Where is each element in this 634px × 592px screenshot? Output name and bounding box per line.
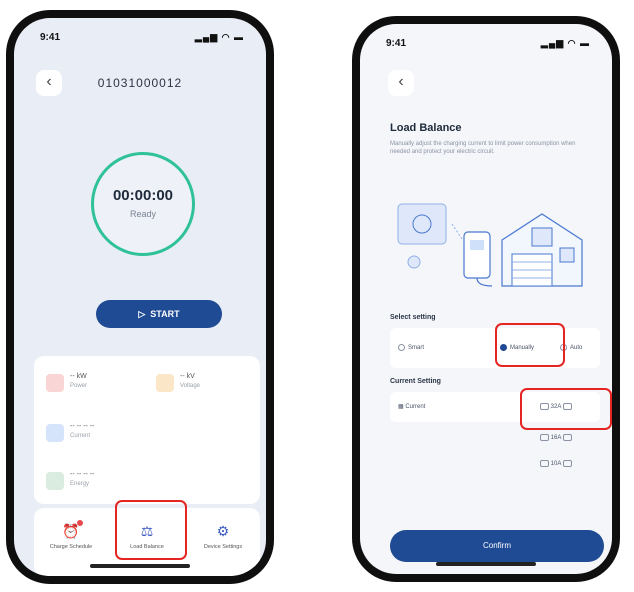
stat-label: Current — [70, 433, 91, 439]
checkbox-icon — [540, 434, 549, 441]
stats-card: -- kW Power -- kV Voltage -- -- -- -- Cu… — [34, 356, 260, 504]
status-time: 9:41 — [40, 32, 61, 43]
device-id: 01031000012 — [97, 76, 183, 90]
page-description: Manually adjust the charging current to … — [390, 141, 576, 155]
current-field-text: Current — [405, 404, 426, 410]
mode-smart[interactable]: Smart — [398, 344, 424, 351]
energy-icon — [46, 472, 64, 490]
highlight-manually — [495, 323, 565, 367]
back-button[interactable]: ‹ — [388, 70, 414, 96]
start-button[interactable]: ▷ START — [96, 300, 222, 328]
radio-icon — [398, 344, 405, 351]
current-option-10a[interactable]: 10A — [540, 460, 572, 467]
stat-value: -- kW — [70, 373, 87, 380]
charge-schedule-button[interactable]: ⏰ Charge Schedule — [44, 514, 98, 570]
stat-label: Energy — [70, 481, 90, 487]
start-label: START — [150, 309, 180, 319]
device-settings-button[interactable]: ⚙ Device Settings — [196, 514, 250, 570]
chevron-left-icon: ‹ — [398, 73, 404, 90]
charging-timer: 00:00:00 — [112, 187, 174, 204]
action-label: Device Settings — [203, 544, 243, 550]
stat-label: Voltage — [180, 383, 201, 389]
checkbox-icon — [540, 460, 549, 467]
power-icon — [46, 374, 64, 392]
highlight-load-balance — [115, 500, 187, 560]
home-indicator — [90, 564, 190, 568]
checkbox-icon — [562, 434, 572, 441]
play-icon: ▷ — [138, 309, 151, 319]
house-charger-illustration — [397, 203, 583, 287]
stat-value: -- -- -- -- — [70, 471, 95, 478]
action-label: Charge Schedule — [49, 544, 93, 550]
checkbox-icon — [562, 460, 572, 467]
highlight-current-option — [520, 388, 612, 430]
charger-status: Ready — [129, 209, 156, 219]
charger-home-screen: 9:41 ▂▄▆ ◠ ▬ ‹ 01031000012 00:00:00 Read… — [14, 18, 266, 576]
voltage-icon — [156, 374, 174, 392]
confirm-button[interactable]: Confirm — [390, 530, 604, 562]
stat-value: -- -- -- -- — [70, 423, 95, 430]
load-balance-screen: 9:41 ▂▄▆ ◠ ▬ ‹ Load Balance Manually adj… — [360, 24, 612, 574]
current-field-label: ▦ Current — [398, 403, 425, 410]
stat-value: -- kV — [180, 373, 195, 380]
status-time: 9:41 — [386, 38, 407, 49]
status-bar: 9:41 ▂▄▆ ◠ ▬ — [40, 32, 244, 46]
phone-left: 9:41 ▂▄▆ ◠ ▬ ‹ 01031000012 00:00:00 Read… — [6, 10, 274, 584]
gear-icon: ⚙ — [216, 523, 230, 539]
select-setting-label: Select setting — [390, 314, 436, 321]
current-option-label: 10A — [550, 461, 562, 468]
mode-label: Auto — [570, 345, 583, 352]
status-bar: 9:41 ▂▄▆ ◠ ▬ — [386, 38, 590, 52]
current-option-16a[interactable]: 16A — [540, 434, 572, 441]
charging-timer-ring: 00:00:00 Ready — [91, 152, 195, 256]
page-title: Load Balance — [390, 122, 462, 134]
notification-dot — [77, 520, 83, 526]
current-option-label: 16A — [550, 435, 562, 442]
status-icons: ▂▄▆ ◠ ▬ — [194, 32, 244, 42]
mode-label: Smart — [408, 345, 425, 352]
home-indicator — [436, 562, 536, 566]
current-icon — [46, 424, 64, 442]
phone-right: 9:41 ▂▄▆ ◠ ▬ ‹ Load Balance Manually adj… — [352, 16, 620, 582]
status-icons: ▂▄▆ ◠ ▬ — [540, 38, 590, 48]
current-setting-label: Current Setting — [390, 378, 441, 385]
stat-label: Power — [70, 383, 88, 389]
